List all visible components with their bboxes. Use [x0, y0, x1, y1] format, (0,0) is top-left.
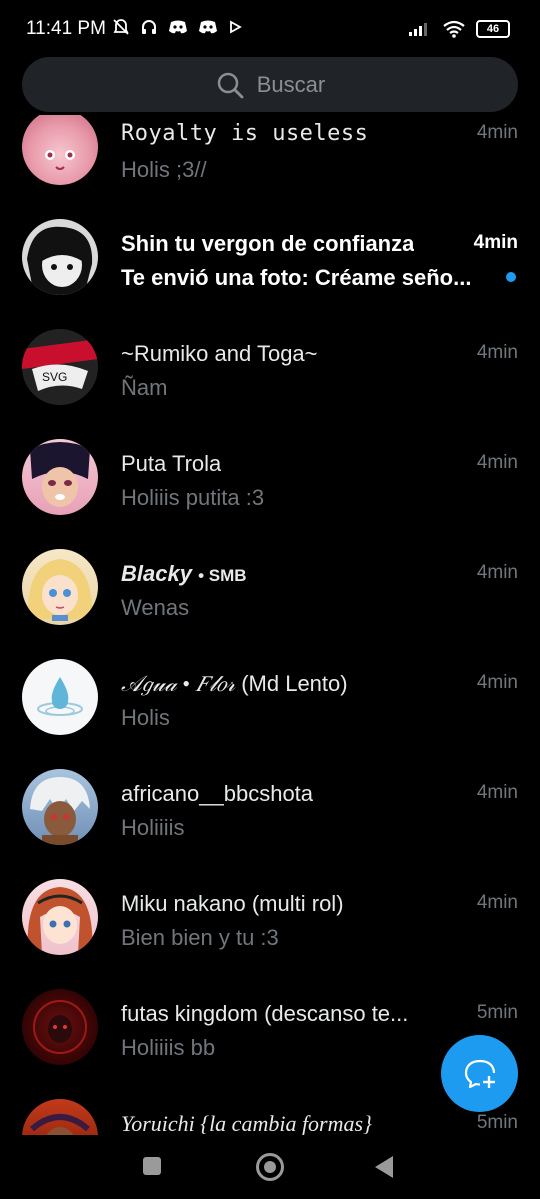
conversation-name: Yoruichi {la cambia formas}: [121, 1111, 372, 1135]
unread-indicator: [506, 272, 516, 282]
conversation-preview: Holis ;3//: [121, 157, 207, 182]
conversation-row[interactable]: Shin tu vergon de confianza 4min Te envi…: [0, 201, 540, 311]
conversation-time: 5min: [476, 1002, 518, 1023]
search-icon: [217, 72, 244, 98]
conversation-preview: Holiiiis: [121, 815, 185, 840]
conversation-name: Royalty is useless: [121, 121, 369, 146]
conversation-name: Shin tu vergon de confianza: [121, 231, 415, 256]
conversation-name-text: Blacky: [121, 561, 192, 586]
conversation-row[interactable]: 𝒜𝑔𝓊𝒶 • 𝐹𝓁𝑜𝓇 (Md Lento) 4min Holis: [0, 641, 540, 751]
new-message-icon: [464, 1059, 495, 1088]
new-message-button[interactable]: [441, 1035, 518, 1112]
conversation-preview: Bien bien y tu :3: [121, 925, 279, 950]
wifi-icon: [443, 20, 465, 38]
conversation-name: ~Rumiko and Toga~: [121, 341, 318, 366]
avatar: [22, 115, 98, 185]
avatar: [22, 659, 98, 735]
discord-icon: [169, 20, 187, 34]
conversation-preview: Te envió una foto: Créame seño...: [121, 265, 472, 290]
conversation-time: 5min: [476, 1112, 518, 1133]
conversation-row[interactable]: SVG ~Rumiko and Toga~ 4min Ñam: [0, 311, 540, 421]
avatar: [22, 219, 98, 295]
svg-text:SVG: SVG: [42, 370, 67, 384]
conversation-preview: Holiiiis bb: [121, 1035, 216, 1060]
conversation-preview: Holiiis putita :3: [121, 485, 265, 510]
conversation-name-tag: • SMB: [198, 566, 247, 585]
conversation-name: africano__bbcshota: [121, 781, 314, 806]
recent-apps-icon[interactable]: [143, 1157, 161, 1175]
search-placeholder: Buscar: [256, 71, 326, 97]
conversation-row[interactable]: Puta Trola 4min Holiiis putita :3: [0, 421, 540, 531]
status-time: 11:41 PM: [26, 18, 106, 39]
avatar: [22, 1099, 98, 1135]
navigation-bar: [0, 1135, 540, 1199]
avatar: [22, 879, 98, 955]
conversation-row[interactable]: Miku nakano (multi rol) 4min Bien bien y…: [0, 861, 540, 971]
conversation-name: 𝒜𝑔𝓊𝒶 • 𝐹𝓁𝑜𝓇 (Md Lento): [121, 671, 348, 697]
conversation-time: 4min: [476, 782, 518, 803]
avatar: [22, 439, 98, 515]
conversation-row[interactable]: Blacky • SMB 4min Wenas: [0, 531, 540, 641]
conversation-preview: Holis: [121, 705, 170, 730]
avatar: [22, 549, 98, 625]
conversation-name: Blacky • SMB: [121, 561, 247, 587]
conversation-name: Puta Trola: [121, 451, 222, 476]
signal-icon: [409, 23, 427, 36]
home-icon[interactable]: [256, 1153, 284, 1181]
system-icons: 46: [408, 20, 510, 38]
headphones-icon: [142, 20, 156, 34]
conversation-time: 4min: [476, 892, 518, 913]
status-bar: 11:41 PM 46: [0, 0, 540, 48]
conversation-time: 4min: [476, 122, 518, 143]
conversation-time: 4min: [476, 452, 518, 473]
avatar: [22, 769, 98, 845]
conversation-time: 4min: [476, 562, 518, 583]
conversation-row[interactable]: africano__bbcshota 4min Holiiiis: [0, 751, 540, 861]
search-bar[interactable]: Buscar: [22, 57, 518, 112]
discord-icon: [199, 20, 217, 34]
mute-icon: [113, 19, 129, 35]
conversation-row[interactable]: Royalty is useless 4min Holis ;3//: [0, 115, 540, 201]
conversation-list[interactable]: Royalty is useless 4min Holis ;3// Shin …: [0, 115, 540, 1135]
play-icon: [230, 20, 242, 34]
conversation-preview: Ñam: [121, 375, 168, 400]
battery-icon: 46: [476, 20, 510, 38]
back-icon[interactable]: [375, 1156, 393, 1178]
conversation-name-suffix: (Md Lento): [241, 671, 348, 696]
conversation-name: Miku nakano (multi rol): [121, 891, 344, 916]
conversation-name: futas kingdom (descanso te...: [121, 1001, 409, 1026]
conversation-time: 4min: [476, 342, 518, 363]
notification-icons: [112, 18, 242, 36]
avatar: [22, 989, 98, 1065]
conversation-name-stylized: 𝒜𝑔𝓊𝒶 • 𝐹𝓁𝑜𝓇: [121, 671, 236, 696]
conversation-preview: Wenas: [121, 595, 190, 620]
conversation-time: 4min: [476, 672, 518, 693]
avatar: SVG: [22, 329, 98, 405]
conversation-time: 4min: [473, 232, 518, 253]
